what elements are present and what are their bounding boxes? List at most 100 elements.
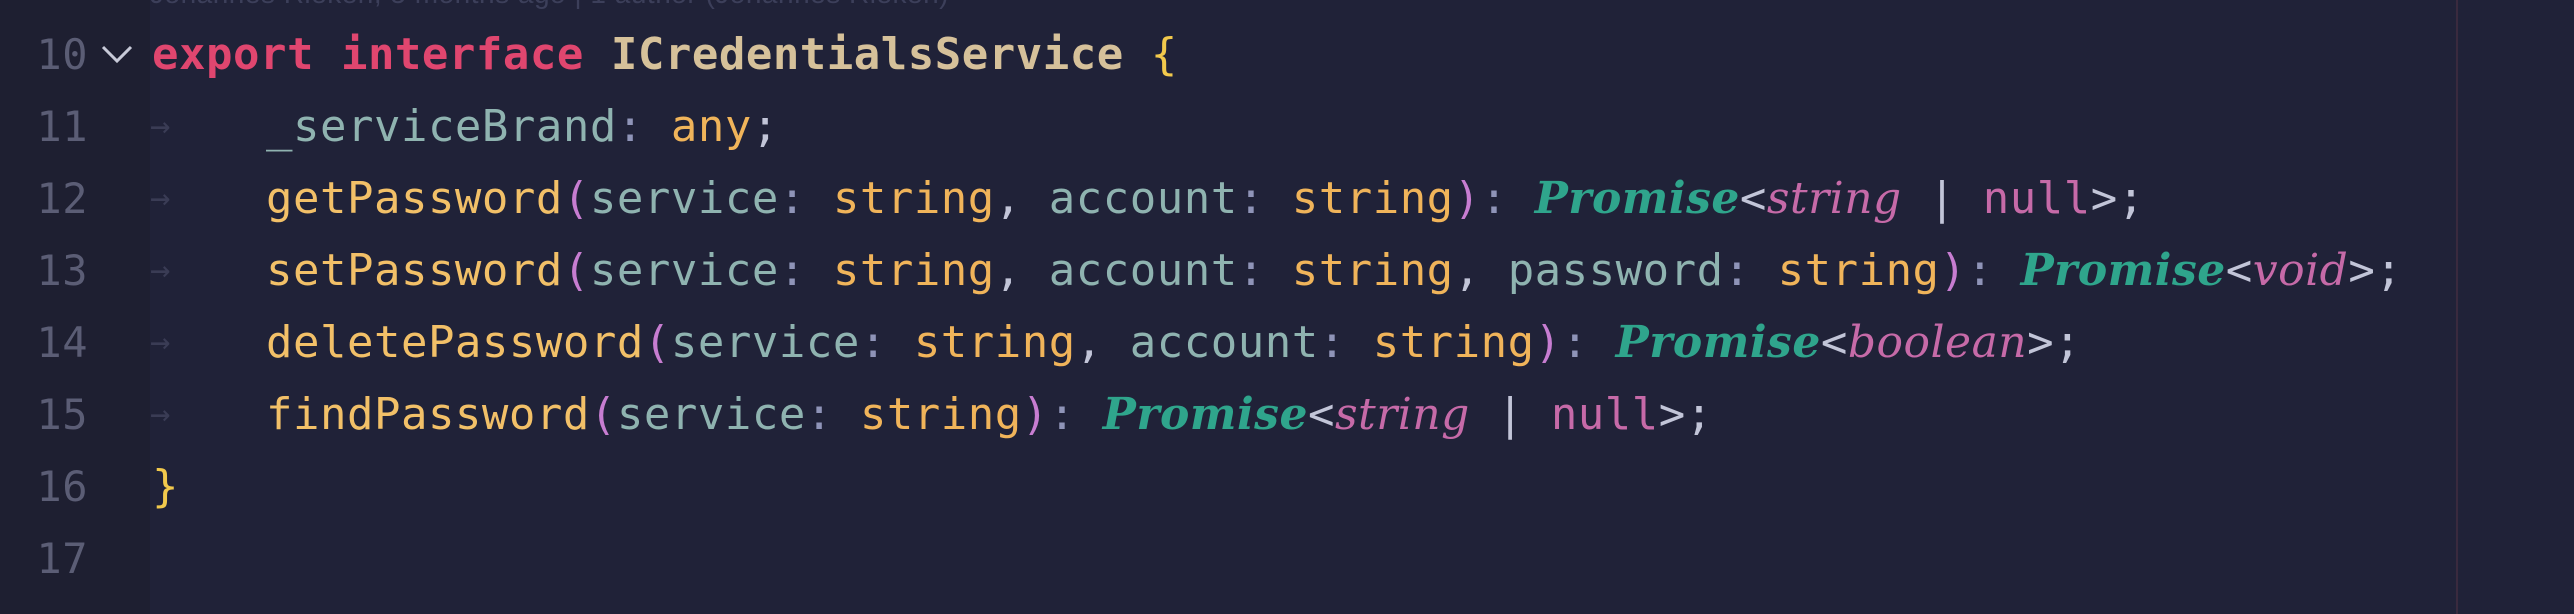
line-number: 14	[36, 317, 88, 367]
code-line-14[interactable]: 14 → deletePassword(service: string, acc…	[0, 306, 2574, 378]
colon: :	[1237, 172, 1265, 224]
code-line-17[interactable]: 17	[0, 522, 2574, 594]
colon: :	[1237, 244, 1265, 296]
param-name: password	[1507, 244, 1724, 296]
angle-close: >	[2027, 316, 2055, 368]
open-brace: {	[1150, 28, 1178, 80]
param-name: account	[1129, 316, 1319, 368]
line-number: 13	[36, 245, 88, 295]
code-line-15[interactable]: 15 → findPassword(service: string): Prom…	[0, 378, 2574, 450]
open-paren: (	[589, 388, 617, 440]
line-number: 12	[36, 173, 88, 223]
colon: :	[1048, 388, 1076, 440]
method-name: setPassword	[266, 244, 563, 296]
property-name: _serviceBrand	[266, 100, 617, 152]
angle-open: <	[1307, 388, 1335, 440]
close-paren: )	[1939, 244, 1967, 296]
type-promise: Promise	[2020, 244, 2226, 296]
param-name: service	[670, 316, 860, 368]
union-pipe: |	[1496, 388, 1524, 440]
colon: :	[616, 100, 644, 152]
colon: :	[1318, 316, 1346, 368]
type-any: any	[670, 100, 752, 152]
semicolon: ;	[2054, 316, 2082, 368]
type-string-generic: string	[1766, 172, 1902, 224]
type-string: string	[832, 172, 995, 224]
code-line-12[interactable]: 12 → getPassword(service: string, accoun…	[0, 162, 2574, 234]
close-paren: )	[1021, 388, 1049, 440]
param-name: service	[589, 244, 779, 296]
keyword-interface: interface	[340, 28, 584, 80]
code-editor[interactable]: Johannes Rieken, 5 months ago | 1 author…	[0, 0, 2574, 614]
open-paren: (	[562, 244, 590, 296]
type-string: string	[1291, 172, 1454, 224]
semicolon: ;	[751, 100, 779, 152]
comma: ,	[994, 172, 1022, 224]
code-line-10[interactable]: 10 export interface ICredentialsService …	[0, 18, 2574, 90]
param-name: account	[1048, 244, 1238, 296]
indent-arrow-icon: →	[150, 322, 171, 362]
comma: ,	[1075, 316, 1103, 368]
line-number: 10	[36, 29, 88, 79]
colon: :	[1966, 244, 1994, 296]
method-name: deletePassword	[266, 316, 644, 368]
close-brace: }	[152, 460, 179, 512]
line-number: 11	[36, 101, 88, 151]
comma: ,	[1453, 244, 1481, 296]
param-name: account	[1048, 172, 1238, 224]
angle-close: >	[2348, 244, 2376, 296]
angle-open: <	[1820, 316, 1848, 368]
type-promise: Promise	[1102, 388, 1308, 440]
type-promise: Promise	[1534, 172, 1740, 224]
indent-arrow-icon: →	[150, 178, 171, 218]
type-void: void	[2252, 244, 2349, 296]
angle-open: <	[2225, 244, 2253, 296]
angle-open: <	[1739, 172, 1767, 224]
colon: :	[1561, 316, 1589, 368]
method-name: findPassword	[266, 388, 590, 440]
angle-close: >	[2090, 172, 2118, 224]
fold-chevron-down-icon[interactable]	[88, 18, 146, 90]
colon: :	[805, 388, 833, 440]
colon: :	[1723, 244, 1751, 296]
colon: :	[778, 244, 806, 296]
git-blame-codelens[interactable]: Johannes Rieken, 5 months ago | 1 author…	[150, 0, 949, 9]
colon: :	[778, 172, 806, 224]
indent-arrow-icon: →	[150, 250, 171, 290]
indent-arrow-icon: →	[150, 394, 171, 434]
type-boolean: boolean	[1847, 316, 2028, 368]
type-string: string	[913, 316, 1076, 368]
comma: ,	[994, 244, 1022, 296]
angle-close: >	[1658, 388, 1686, 440]
semicolon: ;	[2375, 244, 2403, 296]
type-string: string	[1777, 244, 1940, 296]
param-name: service	[589, 172, 779, 224]
method-name: getPassword	[266, 172, 563, 224]
param-name: service	[616, 388, 806, 440]
open-paren: (	[643, 316, 671, 368]
keyword-export: export	[152, 28, 314, 80]
close-paren: )	[1534, 316, 1562, 368]
type-string: string	[859, 388, 1022, 440]
interface-name: ICredentialsService	[610, 28, 1124, 80]
type-null: null	[1550, 388, 1659, 440]
colon: :	[859, 316, 887, 368]
line-number: 15	[36, 389, 88, 439]
type-string: string	[1372, 316, 1535, 368]
type-string-generic: string	[1334, 388, 1470, 440]
semicolon: ;	[2117, 172, 2145, 224]
type-promise: Promise	[1615, 316, 1821, 368]
colon: :	[1480, 172, 1508, 224]
code-line-13[interactable]: 13 → setPassword(service: string, accoun…	[0, 234, 2574, 306]
line-number: 16	[36, 461, 88, 511]
semicolon: ;	[1685, 388, 1713, 440]
type-string: string	[1291, 244, 1454, 296]
close-paren: )	[1453, 172, 1481, 224]
code-line-11[interactable]: 11 → _serviceBrand: any;	[0, 90, 2574, 162]
type-string: string	[832, 244, 995, 296]
type-null: null	[1982, 172, 2091, 224]
line-number: 17	[36, 533, 88, 583]
code-line-16[interactable]: 16 }	[0, 450, 2574, 522]
union-pipe: |	[1928, 172, 1956, 224]
indent-arrow-icon: →	[150, 106, 171, 146]
